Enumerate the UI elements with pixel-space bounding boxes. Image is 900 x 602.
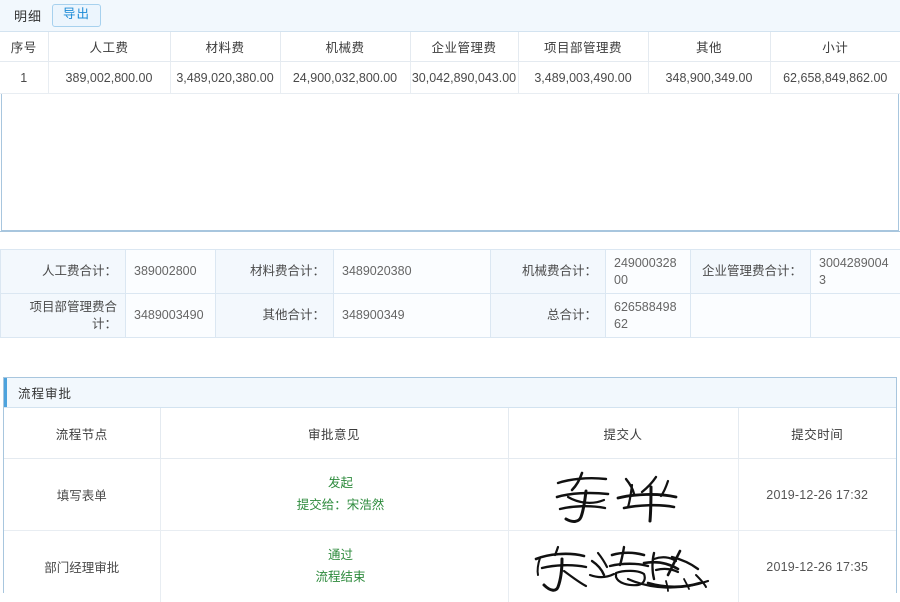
page-root: 明细 导出 序号 人工费 材料费 机械费 企业管理费 项目部管理费 其他 小计 [0,0,900,600]
workflow-node-name: 部门经理审批 [4,531,160,602]
detail-table: 序号 人工费 材料费 机械费 企业管理费 项目部管理费 其他 小计 1 389,… [0,32,900,94]
workflow-row: 填写表单 发起 提交给：宋浩然 [4,459,896,531]
submitter-signature [508,531,738,602]
total-value-project-dept: 3489003490 [126,294,216,338]
col-machinery[interactable]: 机械费 [280,32,410,62]
timestamp-text: 2019-12-26 17:32 [766,488,868,502]
workflow-header-row: 流程节点 审批意见 提交人 提交时间 [4,408,896,459]
total-label-other: 其他合计： [216,294,334,338]
col-submitter: 提交人 [508,408,738,459]
submitter-signature [508,459,738,531]
col-submit-time: 提交时间 [738,408,896,459]
workflow-panel: 流程审批 流程节点 审批意见 提交人 提交时间 填写表单 发起 提 [3,377,897,593]
opinion-line-2: 提交给：宋浩然 [175,495,507,516]
col-subtotal[interactable]: 小计 [770,32,900,62]
table-row[interactable]: 1 389,002,800.00 3,489,020,380.00 24,900… [0,62,900,94]
workflow-table: 流程节点 审批意见 提交人 提交时间 填写表单 发起 提交给：宋浩然 [4,408,896,602]
total-label-project-dept: 项目部管理费合计： [1,294,126,338]
total-value-material: 3489020380 [334,250,491,294]
cell-enterprise: 30,042,890,043.00 [410,62,518,94]
workflow-title: 流程审批 [18,383,72,402]
signature-lihua-icon [548,487,698,501]
col-enterprise[interactable]: 企业管理费 [410,32,518,62]
opinion-line-1: 发起 [175,473,507,494]
total-value-grand: 62658849862 [606,294,691,338]
export-button[interactable]: 导出 [52,4,101,27]
total-value-other: 348900349 [334,294,491,338]
workflow-submit-time: 2019-12-26 17:35 [738,531,896,602]
totals-row-2: 项目部管理费合计： 3489003490 其他合计： 348900349 总合计… [1,294,900,338]
timestamp-text: 2019-12-26 17:35 [766,560,868,574]
cell-material: 3,489,020,380.00 [170,62,280,94]
total-label-labor: 人工费合计： [1,250,126,294]
workflow-row: 部门经理审批 通过 流程结束 [4,531,896,602]
detail-panel: 明细 导出 序号 人工费 材料费 机械费 企业管理费 项目部管理费 其他 小计 [0,0,900,232]
workflow-submit-time: 2019-12-26 17:32 [738,459,896,531]
opinion-line-1: 通过 [175,545,507,566]
col-other[interactable]: 其他 [648,32,770,62]
cell-project-dept: 3,489,003,490.00 [518,62,648,94]
total-value-enterprise: 30042890043 [811,250,900,294]
detail-toolbar: 明细 导出 [0,0,900,32]
total-label-machinery: 机械费合计： [491,250,606,294]
total-value-machinery: 24900032800 [606,250,691,294]
workflow-opinion: 发起 提交给：宋浩然 [160,459,508,531]
cell-machinery: 24,900,032,800.00 [280,62,410,94]
col-approval-opinion: 审批意见 [160,408,508,459]
cell-labor: 389,002,800.00 [48,62,170,94]
cell-index: 1 [0,62,48,94]
total-value-labor: 389002800 [126,250,216,294]
cell-subtotal: 62,658,849,862.00 [770,62,900,94]
total-blank-label [691,294,811,338]
total-label-enterprise: 企业管理费合计： [691,250,811,294]
workflow-opinion: 通过 流程结束 [160,531,508,602]
col-workflow-node: 流程节点 [4,408,160,459]
signature-songhaoran-icon [528,559,718,573]
totals-grid: 人工费合计： 389002800 材料费合计： 3489020380 机械费合计… [0,249,900,338]
totals-row-1: 人工费合计： 389002800 材料费合计： 3489020380 机械费合计… [1,250,900,294]
total-label-grand: 总合计： [491,294,606,338]
opinion-line-2: 流程结束 [175,567,507,588]
col-labor[interactable]: 人工费 [48,32,170,62]
detail-table-header-row: 序号 人工费 材料费 机械费 企业管理费 项目部管理费 其他 小计 [0,32,900,62]
col-project-dept[interactable]: 项目部管理费 [518,32,648,62]
total-blank-value [811,294,900,338]
cell-other: 348,900,349.00 [648,62,770,94]
col-material[interactable]: 材料费 [170,32,280,62]
total-label-material: 材料费合计： [216,250,334,294]
workflow-node-name: 填写表单 [4,459,160,531]
col-index[interactable]: 序号 [0,32,48,62]
workflow-header: 流程审批 [4,378,896,408]
tab-detail[interactable]: 明细 [14,6,42,25]
